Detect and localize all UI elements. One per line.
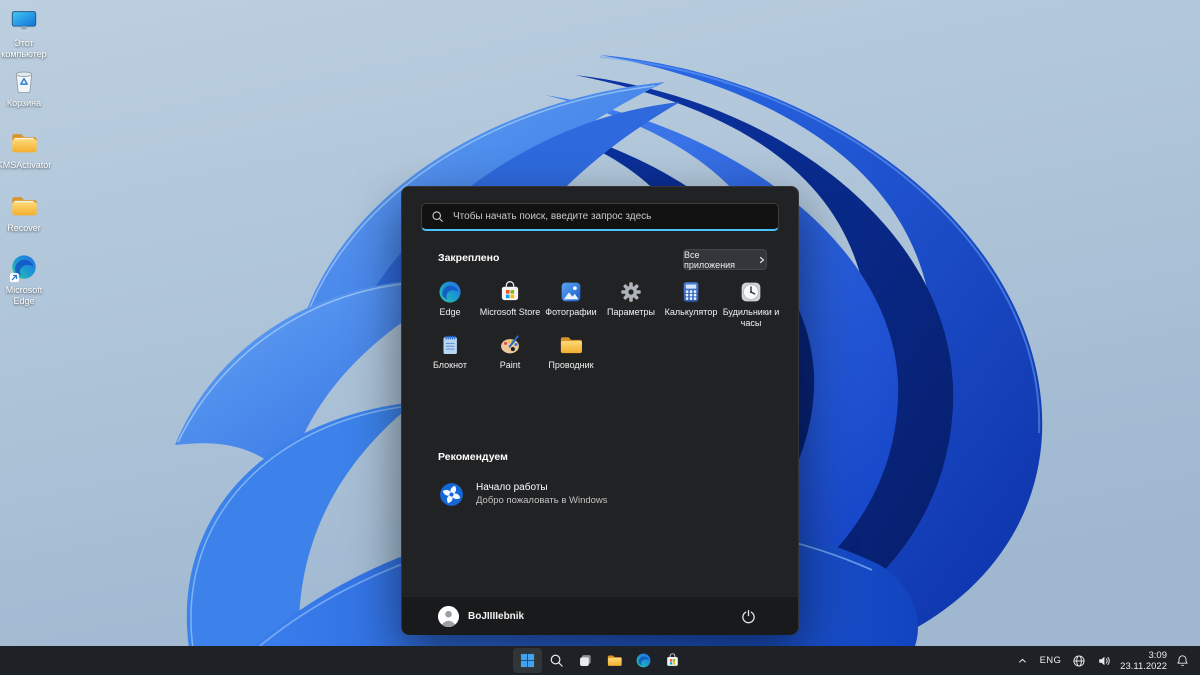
notification-center-button[interactable]: [1174, 650, 1191, 672]
task-view-button[interactable]: [571, 648, 600, 673]
notification-bell-icon: [1176, 654, 1189, 667]
desktop-icon-recover[interactable]: Recover: [0, 191, 53, 234]
recommended-section-title: Рекомендуем: [438, 451, 508, 463]
all-apps-button[interactable]: Все приложения: [683, 249, 767, 270]
network-indicator[interactable]: [1070, 650, 1088, 672]
desktop-icon-microsoft-edge[interactable]: Microsoft Edge: [0, 253, 53, 307]
taskbar-center-group: [513, 646, 687, 675]
clock-time: 3:09: [1148, 649, 1168, 661]
desktop-icon-kmsactivator[interactable]: KMSActivator: [0, 128, 53, 171]
this-pc-icon: [9, 6, 39, 36]
microsoft-store-button[interactable]: [658, 648, 687, 673]
edge-icon: [9, 253, 39, 283]
recycle-bin-icon: [9, 66, 39, 96]
file-explorer-button[interactable]: [600, 648, 629, 673]
pinned-section-title: Закреплено: [438, 252, 500, 264]
file-explorer-icon: [558, 332, 584, 358]
file-explorer-icon: [606, 652, 623, 669]
volume-icon: [1097, 654, 1111, 668]
calculator-icon: [678, 279, 704, 305]
power-icon: [741, 609, 756, 624]
task-view-icon: [578, 653, 593, 668]
user-name: BoJIIIIebnik: [468, 610, 525, 622]
pinned-app-calculator[interactable]: Калькулятор: [658, 279, 724, 331]
desktop-icon-label: Корзина: [6, 98, 42, 108]
tray-overflow-button[interactable]: [1014, 650, 1031, 672]
folder-icon: [9, 191, 39, 221]
desktop-icon-label: KMSActivator: [0, 160, 52, 170]
edge-icon: [437, 279, 463, 305]
search-icon: [431, 210, 444, 223]
all-apps-label: Все приложения: [684, 249, 736, 270]
user-avatar: [438, 605, 459, 627]
edge-icon: [635, 652, 652, 669]
pinned-app-label: Проводник: [548, 360, 594, 370]
pinned-app-file-explorer[interactable]: Проводник: [538, 332, 604, 384]
start-search-box[interactable]: [421, 203, 779, 231]
folder-icon: [9, 128, 39, 158]
get-started-icon: [438, 481, 465, 508]
search-icon: [549, 653, 564, 668]
desktop-icon-label: Microsoft Edge: [5, 285, 43, 306]
taskbar-search-button[interactable]: [542, 648, 571, 673]
start-menu: Закреплено Все приложения Edge Microsoft…: [401, 186, 799, 635]
recommended-item-get-started[interactable]: Начало работы Добро пожаловать в Windows: [432, 477, 774, 511]
pinned-app-notepad[interactable]: Блокнот: [417, 332, 483, 384]
network-globe-icon: [1072, 654, 1086, 668]
pinned-app-photos[interactable]: Фотографии: [538, 279, 604, 331]
language-indicator[interactable]: ENG: [1038, 650, 1064, 672]
start-menu-user-bar: BoJIIIIebnik: [402, 596, 798, 635]
recommended-item-subtitle: Добро пожаловать в Windows: [476, 495, 608, 506]
alarms-clock-icon: [738, 279, 764, 305]
desktop-icon-label: Этот компьютер: [1, 38, 47, 59]
user-profile-button[interactable]: BoJIIIIebnik: [438, 605, 525, 627]
chevron-up-icon: [1016, 654, 1029, 667]
pinned-app-paint[interactable]: Paint: [477, 332, 543, 384]
pinned-app-alarms-clock[interactable]: Будильники и часы: [718, 279, 784, 331]
taskbar: ENG 3:09 23.11.2022: [0, 646, 1200, 675]
pinned-app-label: Блокнот: [432, 360, 467, 370]
desktop-icon-label: Recover: [7, 223, 41, 233]
microsoft-store-icon: [497, 279, 523, 305]
system-tray: ENG 3:09 23.11.2022: [1014, 646, 1200, 675]
pinned-app-label: Фотографии: [545, 307, 597, 317]
pinned-app-label: Будильники и часы: [722, 307, 780, 328]
pinned-app-label: Edge: [439, 307, 461, 317]
pinned-app-label: Калькулятор: [664, 307, 718, 317]
language-label: ENG: [1039, 655, 1062, 666]
chevron-right-icon: [758, 256, 766, 264]
clock[interactable]: 3:09 23.11.2022: [1120, 650, 1167, 672]
pinned-app-label: Параметры: [607, 307, 655, 317]
search-input[interactable]: [451, 210, 769, 223]
desktop-icon-recycle-bin[interactable]: Корзина: [0, 66, 53, 109]
start-button[interactable]: [513, 648, 542, 673]
recommended-item-title: Начало работы: [476, 482, 548, 493]
windows-logo-icon: [520, 653, 535, 668]
paint-icon: [497, 332, 523, 358]
photos-icon: [558, 279, 584, 305]
settings-gear-icon: [618, 279, 644, 305]
pinned-app-microsoft-store[interactable]: Microsoft Store: [477, 279, 543, 331]
pinned-app-edge[interactable]: Edge: [417, 279, 483, 331]
pinned-app-label: Paint: [499, 360, 521, 370]
clock-date: 23.11.2022: [1120, 660, 1167, 672]
microsoft-store-icon: [664, 652, 681, 669]
power-button[interactable]: [734, 603, 762, 629]
edge-button[interactable]: [629, 648, 658, 673]
volume-indicator[interactable]: [1095, 650, 1113, 672]
pinned-app-settings[interactable]: Параметры: [598, 279, 664, 331]
notepad-icon: [437, 332, 463, 358]
desktop-icon-this-pc[interactable]: Этот компьютер: [0, 6, 53, 60]
pinned-app-label: Microsoft Store: [479, 307, 541, 317]
